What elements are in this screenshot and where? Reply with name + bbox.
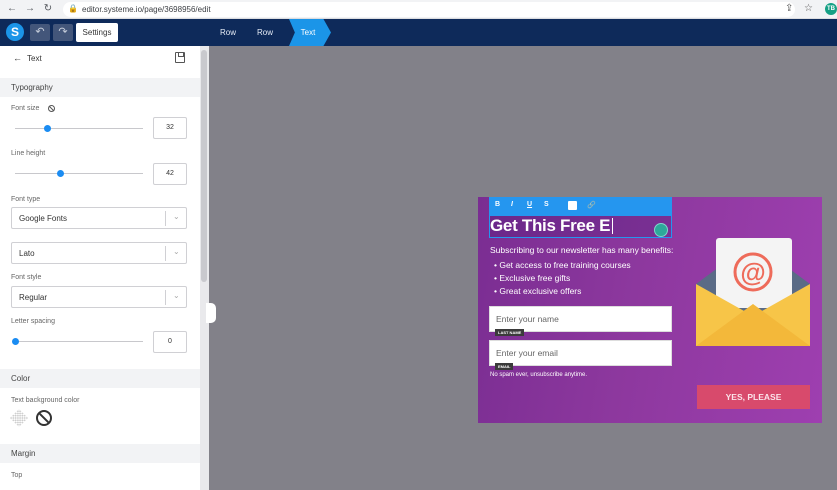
browser-toolbar: ← → ↻ 🔒 editor.systeme.io/page/3698956/e…: [0, 0, 837, 19]
section-margin[interactable]: Margin: [0, 444, 200, 463]
editor-topbar: S ↶ ↷ Settings Row Row Text: [0, 19, 837, 46]
popup-subtext: Subscribing to our newsletter has many b…: [490, 245, 674, 255]
font-size-input[interactable]: 32: [153, 117, 187, 139]
bold-button[interactable]: B: [495, 201, 500, 208]
font-type-label: Font type: [11, 196, 41, 203]
font-size-label: Font size: [11, 105, 40, 112]
subscribe-button[interactable]: YES, PLEASE: [697, 385, 810, 409]
font-style-select[interactable]: Regular ⌄: [11, 286, 187, 308]
chevron-down-icon: ⌄: [173, 212, 180, 221]
font-type-value: Google Fonts: [19, 214, 68, 223]
font-style-value: Regular: [19, 293, 48, 302]
letter-spacing-slider[interactable]: [15, 341, 143, 342]
email-field[interactable]: [489, 340, 672, 366]
benefits-list: Get access to free training courses Excl…: [494, 259, 631, 298]
section-margin-label: Margin: [11, 449, 36, 458]
share-icon[interactable]: ⇪: [785, 3, 793, 14]
no-spam-note: No spam ever, unsubscribe anytime.: [490, 372, 588, 378]
text-caret: [612, 218, 613, 234]
envelope-email-icon: @: [696, 238, 810, 346]
envelope-at-symbol: @: [740, 257, 765, 287]
select-divider: [165, 246, 166, 261]
lock-icon: 🔒: [68, 4, 78, 13]
profile-avatar[interactable]: TB: [825, 3, 837, 15]
breadcrumb-text-label: Text: [300, 28, 316, 37]
breadcrumb-text[interactable]: Text: [289, 19, 331, 46]
line-height-slider[interactable]: [15, 173, 143, 174]
text-bg-color-label: Text background color: [11, 397, 80, 404]
name-input[interactable]: [490, 307, 671, 331]
font-size-slider-handle[interactable]: [44, 125, 51, 132]
panel-scrollbar-thumb[interactable]: [201, 50, 207, 282]
undo-icon: ↶: [35, 26, 45, 38]
panel-title: Text: [27, 54, 42, 63]
font-size-slider[interactable]: [15, 128, 143, 129]
link-icon[interactable]: 🔗: [587, 201, 596, 209]
select-divider: [165, 290, 166, 305]
chevron-down-icon: ⌄: [173, 291, 180, 300]
panel-header: ← Text: [0, 46, 200, 72]
reload-icon[interactable]: ↻: [41, 2, 55, 16]
section-typography-label: Typography: [11, 83, 53, 92]
settings-panel: ← Text Typography Font size 32 Line heig…: [0, 46, 209, 490]
line-height-slider-handle[interactable]: [57, 170, 64, 177]
section-color-label: Color: [11, 374, 31, 383]
chevron-down-icon: ⌄: [173, 247, 180, 256]
grammar-assistant-icon[interactable]: [654, 223, 668, 237]
reset-font-size-icon[interactable]: [48, 105, 55, 112]
list-item: Great exclusive offers: [494, 285, 631, 298]
breadcrumb-row-1[interactable]: Row: [220, 19, 236, 46]
no-color-icon[interactable]: [36, 410, 52, 426]
text-color-icon[interactable]: [568, 201, 577, 210]
section-color[interactable]: Color: [0, 369, 200, 388]
text-format-toolbar: B I U S 🔗: [489, 197, 672, 215]
email-field-tag: EMAIL: [495, 363, 514, 370]
name-field-tag: LAST NAME: [495, 329, 525, 336]
select-divider: [165, 211, 166, 226]
section-typography[interactable]: Typography: [0, 78, 200, 97]
panel-collapse-tab[interactable]: [206, 303, 216, 323]
email-input[interactable]: [490, 341, 671, 365]
font-family-select[interactable]: Lato ⌄: [11, 242, 187, 264]
redo-icon: ↷: [58, 26, 68, 38]
italic-button[interactable]: I: [511, 201, 513, 208]
newsletter-popup[interactable]: B I U S 🔗 Get This Free E Subscribing to…: [478, 197, 822, 423]
letter-spacing-slider-handle[interactable]: [12, 338, 19, 345]
font-style-label: Font style: [11, 274, 42, 281]
font-type-select[interactable]: Google Fonts ⌄: [11, 207, 187, 229]
panel-scrollbar[interactable]: [200, 46, 209, 490]
redo-button[interactable]: ↷: [53, 24, 73, 41]
transparent-swatch-icon[interactable]: [9, 408, 29, 428]
underline-button[interactable]: U: [527, 201, 532, 208]
margin-top-label: Top: [11, 472, 23, 479]
letter-spacing-label: Letter spacing: [11, 318, 55, 325]
letter-spacing-input[interactable]: 0: [153, 331, 187, 353]
settings-button[interactable]: Settings: [76, 23, 118, 42]
address-url[interactable]: editor.systeme.io/page/3698956/edit: [82, 4, 211, 15]
line-height-label: Line height: [11, 150, 46, 157]
popup-heading[interactable]: Get This Free E: [490, 216, 611, 236]
breadcrumb-row-2[interactable]: Row: [257, 19, 273, 46]
save-icon[interactable]: [175, 52, 185, 63]
list-item: Exclusive free gifts: [494, 272, 631, 285]
font-family-value: Lato: [19, 249, 35, 258]
list-item: Get access to free training courses: [494, 259, 630, 272]
back-arrow-icon[interactable]: ←: [13, 53, 22, 63]
forward-arrow-icon[interactable]: →: [23, 2, 37, 16]
strikethrough-button[interactable]: S: [544, 201, 549, 208]
undo-button[interactable]: ↶: [30, 24, 50, 41]
bookmark-star-icon[interactable]: ☆: [804, 3, 813, 14]
back-arrow-icon[interactable]: ←: [5, 2, 19, 16]
line-height-input[interactable]: 42: [153, 163, 187, 185]
systeme-logo-icon[interactable]: S: [6, 23, 24, 41]
